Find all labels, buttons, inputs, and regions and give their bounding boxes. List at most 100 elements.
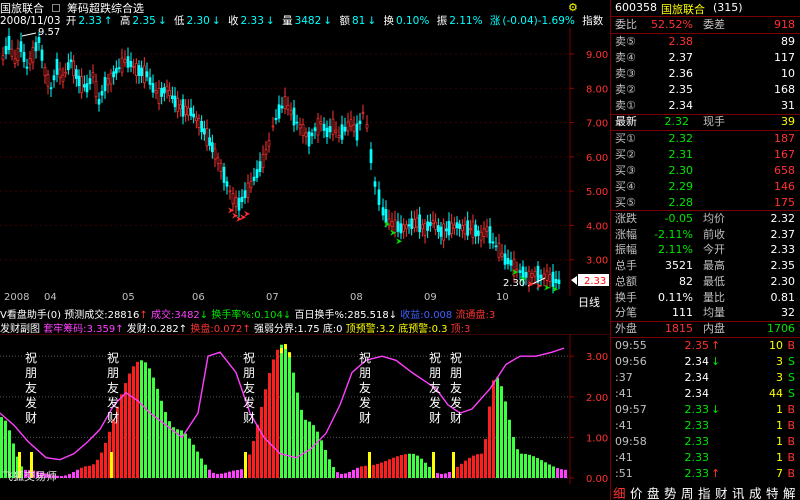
candle xyxy=(216,152,220,172)
stat-label-2: 均量 xyxy=(703,306,725,320)
low-marker: 2.30 xyxy=(503,278,525,289)
candle xyxy=(197,114,201,136)
date-axis: 2008 04 05 06 07 08 09 10 xyxy=(0,292,570,306)
bid-row-1[interactable]: 买① 2.32 187 xyxy=(611,131,800,147)
gear-icon[interactable]: ⚙ xyxy=(568,1,582,14)
indicator-bar xyxy=(320,440,323,478)
footer-tab-5[interactable]: 指 xyxy=(698,483,711,500)
bid-row-4[interactable]: 买④ 2.29 146 xyxy=(611,179,800,195)
footer-tab-9[interactable]: 特 xyxy=(766,483,779,500)
indicator-bar xyxy=(504,401,507,478)
chips-label: 套牢筹码: xyxy=(43,324,87,334)
candle xyxy=(64,63,68,78)
candle xyxy=(25,58,29,76)
candle xyxy=(515,261,519,279)
candle xyxy=(249,172,253,193)
down-arrow-icon: ↓ xyxy=(265,15,275,27)
candle xyxy=(7,28,11,55)
indicator-chart[interactable]: 祝朋友发财祝朋友发财祝朋友发财祝朋友发财祝朋友发财祝朋友发财 3.002.001… xyxy=(0,334,610,484)
latest-label: 最新 xyxy=(615,115,637,128)
candle xyxy=(494,236,498,252)
footer-tab-10[interactable]: 解 xyxy=(783,483,796,500)
index-label[interactable]: 指数 xyxy=(582,15,603,27)
indicator-bar xyxy=(428,466,431,478)
candle xyxy=(222,162,226,191)
tick-price: 2.34 xyxy=(684,355,710,368)
indicator-bar xyxy=(88,465,91,478)
indicator-bar xyxy=(300,409,303,478)
candle xyxy=(154,82,158,100)
footer-tab-0[interactable]: 细 xyxy=(613,483,626,500)
vol-helper-name[interactable]: V看盘助手(0) xyxy=(0,310,61,319)
ask-row-2[interactable]: 卖② 2.35 168 xyxy=(611,82,800,98)
indicator-bar xyxy=(508,419,511,478)
bid-row-3[interactable]: 买③ 2.30 658 xyxy=(611,163,800,179)
ind-name[interactable]: 发财副图 xyxy=(0,324,40,334)
tick-row: :51 2.33 ↑ 7 B xyxy=(611,466,800,482)
bid-row-5[interactable]: 买⑤ 2.28 175 xyxy=(611,195,800,211)
candle xyxy=(80,68,84,99)
tick-volume: 1 xyxy=(776,403,783,416)
bid-row-2[interactable]: 买② 2.31 167 xyxy=(611,147,800,163)
dropdown-icon[interactable] xyxy=(51,4,60,12)
indicator-bar xyxy=(424,462,427,478)
now-value: 39 xyxy=(781,115,795,128)
signal-char: 财 xyxy=(429,411,441,425)
candle xyxy=(307,127,311,155)
ask-row-5[interactable]: 卖⑤ 2.38 89 xyxy=(611,34,800,50)
indicator-bar xyxy=(316,431,319,478)
candle xyxy=(343,117,347,136)
stat-value: 0.11% xyxy=(658,290,693,304)
price-tick-label: 5.00 xyxy=(586,187,608,198)
price-tick-label: 3.00 xyxy=(586,256,608,267)
footer-tab-7[interactable]: 讯 xyxy=(732,483,745,500)
stock-name-right: 国旅联合 xyxy=(661,3,705,16)
top-bar: 国旅联合 筹码超跌综合选 xyxy=(0,0,570,15)
indicator-bar xyxy=(284,345,287,478)
candle xyxy=(208,128,212,151)
candle xyxy=(228,184,232,200)
ask-row-3[interactable]: 卖③ 2.36 10 xyxy=(611,66,800,82)
signal-char: 朋 xyxy=(450,366,462,380)
footer-tab-6[interactable]: 财 xyxy=(715,483,728,500)
signal-char: 友 xyxy=(243,381,255,395)
candle xyxy=(13,49,17,69)
ask-row-2-price: 2.35 xyxy=(668,83,694,96)
candle xyxy=(170,86,174,104)
stat-label-2: 量比 xyxy=(703,290,725,304)
stat-row: 总额 82 最低 2.30 xyxy=(611,274,800,290)
candle xyxy=(390,212,394,231)
date-tick: 08 xyxy=(350,292,363,303)
price-chart[interactable]: 9.00 8.00 7.00 6.00 5.00 4.00 3.00 9.57 2.30 2… xyxy=(0,28,610,296)
stat-row: 涨幅 -2.11% 前收 2.37 xyxy=(611,227,800,243)
indicator-bar xyxy=(556,468,559,478)
candle xyxy=(200,115,204,140)
footer-tab-4[interactable]: 周 xyxy=(681,483,694,500)
timeframe-button[interactable]: 日线 xyxy=(578,294,600,310)
footer-tab-1[interactable]: 价 xyxy=(630,483,643,500)
tick-time: :41 xyxy=(615,419,633,432)
candle xyxy=(455,216,459,236)
indicator-bar xyxy=(100,452,103,478)
indicator-bar xyxy=(176,429,179,478)
candle xyxy=(142,57,146,89)
ask-row-1[interactable]: 卖① 2.34 31 xyxy=(611,98,800,114)
signal-label: 祝朋友发财 xyxy=(359,351,371,425)
footer-tab-8[interactable]: 成 xyxy=(749,483,762,500)
price-tick-label: 4.00 xyxy=(586,221,608,232)
ask-row-4[interactable]: 卖④ 2.37 117 xyxy=(611,50,800,66)
indicator-bar xyxy=(404,454,407,478)
tick-time: 09:55 xyxy=(615,339,647,352)
candle xyxy=(114,60,118,80)
footer-tab-2[interactable]: 盘 xyxy=(647,483,660,500)
stat-value-2: 0.81 xyxy=(770,290,796,304)
candle xyxy=(280,96,284,113)
indicator-bar xyxy=(296,392,299,478)
stat-row: 振幅 2.11% 今开 2.33 xyxy=(611,242,800,258)
close-label: 收 xyxy=(228,15,239,27)
candle xyxy=(458,219,462,237)
bid-row-2-price: 2.31 xyxy=(668,148,694,161)
footer-tab-3[interactable]: 势 xyxy=(664,483,677,500)
tick-side: B xyxy=(787,467,795,480)
signal-char: 友 xyxy=(25,381,37,395)
